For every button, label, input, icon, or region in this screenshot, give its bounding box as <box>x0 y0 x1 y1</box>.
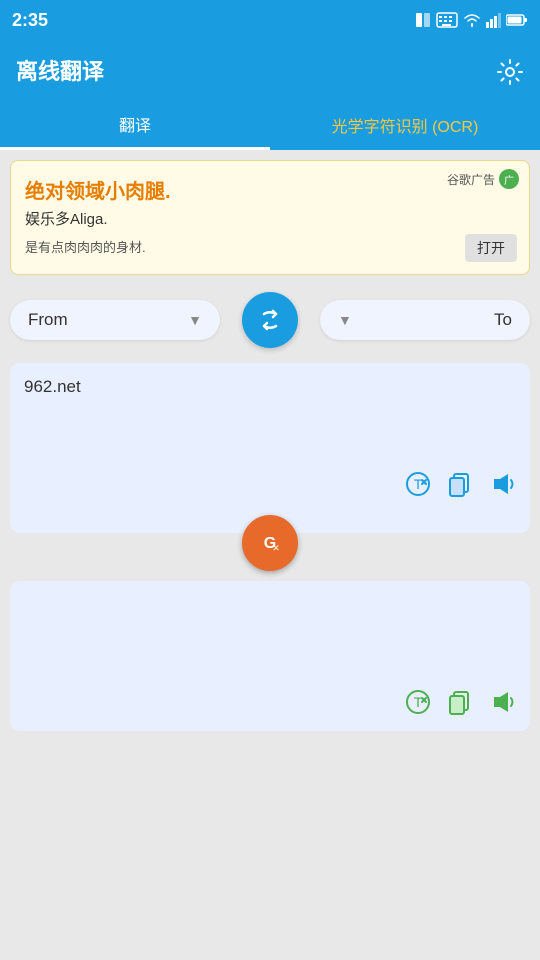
ad-icon: 广 <box>499 169 519 189</box>
main-content: 谷歌广告 广 绝对领域小肉腿. 娱乐多Aliga. 是有点肉肉肉的身材. 打开 … <box>0 150 540 960</box>
language-selector: From ▼ ▼ To <box>0 285 540 355</box>
signal-icon <box>486 12 502 28</box>
ad-main-text: 绝对领域小肉腿. <box>25 175 515 204</box>
header: 离线翻译 <box>0 40 540 100</box>
status-icons <box>414 11 528 29</box>
keyboard-icon <box>436 12 458 28</box>
speak-output-button[interactable] <box>488 685 516 716</box>
from-language-button[interactable]: From ▼ <box>10 300 220 340</box>
copy-input-button[interactable] <box>446 467 474 498</box>
google-translate-icon: G ✕ <box>254 527 286 559</box>
translate-button[interactable]: G ✕ <box>242 515 298 571</box>
translate-button-container: G ✕ <box>0 515 540 571</box>
status-bar: 2:35 <box>0 0 540 40</box>
speak-input-button[interactable] <box>488 467 516 498</box>
tabs-bar: 翻译 光学字符识别 (OCR) <box>0 100 540 150</box>
clear-input-button[interactable]: T <box>404 467 432 498</box>
svg-text:✕: ✕ <box>272 543 280 553</box>
ad-banner: 谷歌广告 广 绝对领域小肉腿. 娱乐多Aliga. 是有点肉肉肉的身材. 打开 <box>10 160 530 275</box>
output-actions: T <box>24 685 516 716</box>
clear-output-button[interactable]: T <box>404 685 432 716</box>
swap-icon <box>256 306 284 334</box>
ad-desc: 是有点肉肉肉的身材. <box>25 237 515 256</box>
from-dropdown-arrow: ▼ <box>188 312 202 328</box>
to-dropdown-arrow: ▼ <box>338 312 352 328</box>
battery-icon <box>506 14 528 26</box>
copy-output-button[interactable] <box>446 685 474 716</box>
wifi-icon <box>462 12 482 28</box>
input-actions: T <box>24 467 516 498</box>
output-text <box>24 595 516 675</box>
settings-icon[interactable] <box>496 54 524 85</box>
tab-ocr[interactable]: 光学字符识别 (OCR) <box>270 100 540 150</box>
ad-label: 谷歌广告 广 <box>447 169 519 189</box>
tab-translate[interactable]: 翻译 <box>0 100 270 150</box>
input-area[interactable]: 962.net T <box>10 363 530 533</box>
status-time: 2:35 <box>12 10 48 31</box>
ad-open-button[interactable]: 打开 <box>465 234 517 262</box>
input-text[interactable]: 962.net <box>24 377 516 457</box>
app-title: 离线翻译 <box>16 54 104 86</box>
sim-icon <box>414 11 432 29</box>
ad-sub-text: 娱乐多Aliga. <box>25 208 515 229</box>
swap-languages-button[interactable] <box>242 292 298 348</box>
to-language-button[interactable]: ▼ To <box>320 300 530 340</box>
output-area: T <box>10 581 530 731</box>
